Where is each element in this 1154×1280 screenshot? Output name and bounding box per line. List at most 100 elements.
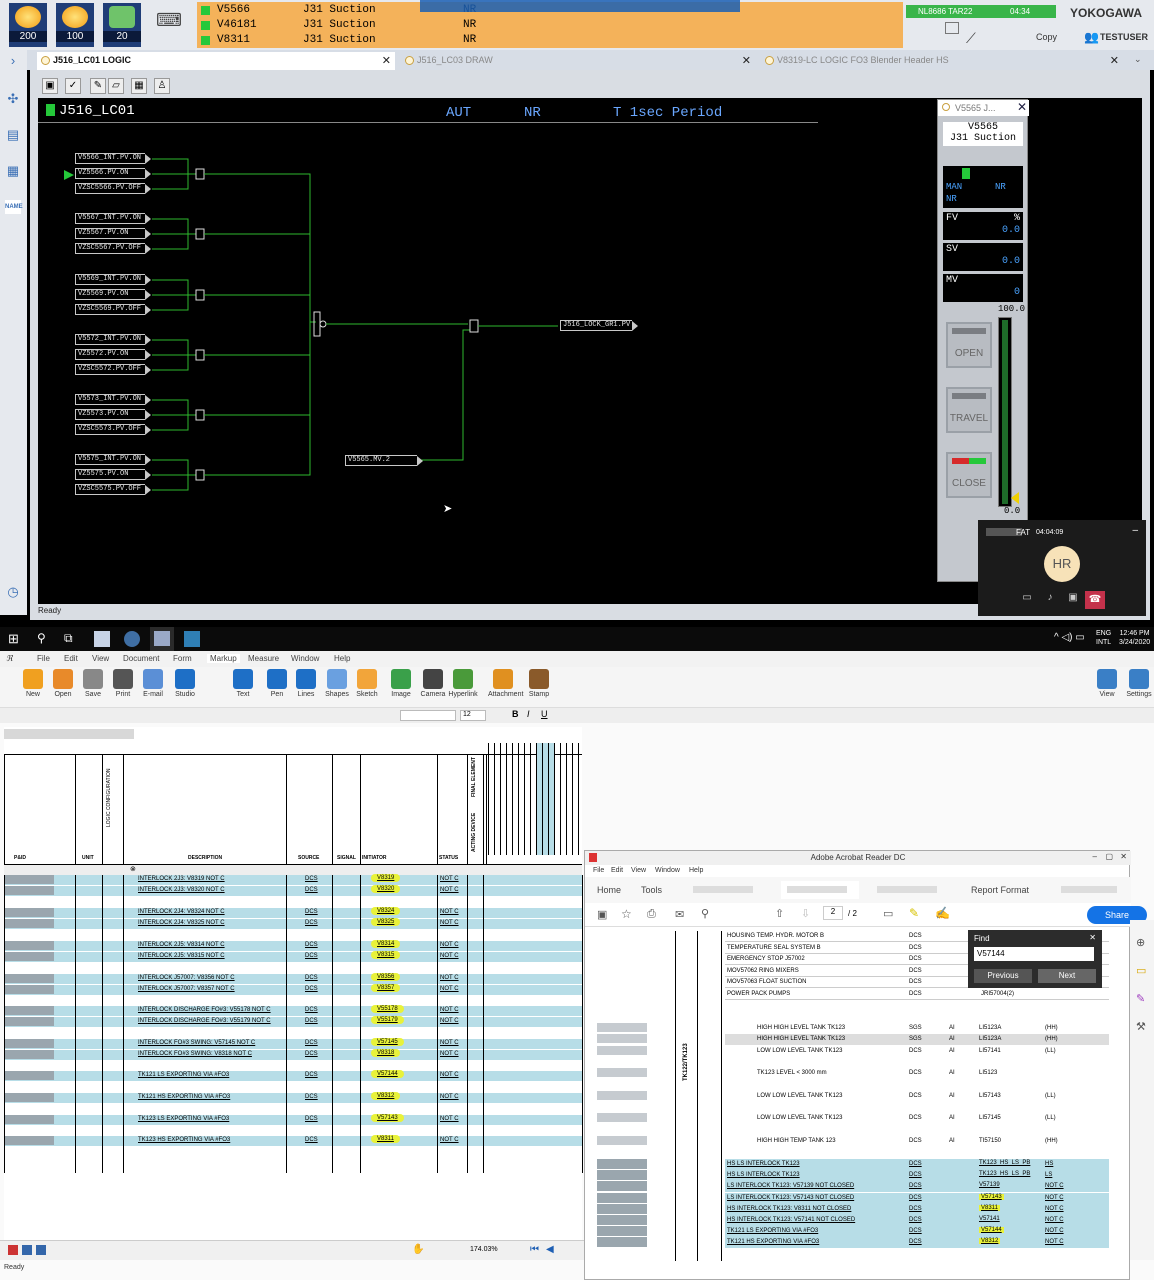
font-size-select[interactable]: 12 bbox=[460, 710, 486, 721]
tool-image[interactable]: Image bbox=[386, 669, 416, 698]
tool-settings[interactable]: Settings bbox=[1124, 669, 1154, 698]
view-icon[interactable] bbox=[36, 1245, 46, 1255]
table-row[interactable]: HS LS INTERLOCK TK123 DCS TK123_HS_LS_PB… bbox=[725, 1170, 1109, 1182]
table-row[interactable] bbox=[4, 1050, 582, 1060]
no-link-icon[interactable]: ⟋ bbox=[966, 30, 976, 47]
input-tag[interactable]: VZSC5572.PV.OFF bbox=[75, 364, 151, 375]
call-popup[interactable]: FAT 04:04:09 – HR ▭ ♪ ▣ ☎ bbox=[978, 520, 1146, 616]
close-icon[interactable]: ✕ bbox=[1089, 933, 1096, 942]
table-row[interactable]: TK123 LEVEL < 3000 mm DCS AI LI5123 bbox=[725, 1068, 1109, 1079]
table-row[interactable] bbox=[4, 974, 582, 984]
clock-icon[interactable]: ◷ bbox=[5, 585, 21, 599]
comment-icon[interactable]: ▭ bbox=[1136, 964, 1146, 977]
mv-box[interactable]: MV 0 bbox=[943, 274, 1023, 302]
tool-sketch[interactable]: Sketch bbox=[352, 669, 382, 698]
mode-box[interactable]: MAN NR NR bbox=[943, 166, 1023, 208]
window-icon[interactable] bbox=[945, 22, 959, 34]
input-tag[interactable]: V5572_INT.PV.ON bbox=[75, 334, 151, 345]
revu-document-page[interactable]: P&ID UNIT LOGIC CONFIGURATION DESCRIPTION SO… bbox=[4, 727, 583, 1257]
faceplate-icon[interactable]: ▦ bbox=[131, 78, 147, 94]
windows-start-icon[interactable]: ⊞ bbox=[8, 631, 19, 647]
underline-button[interactable]: U bbox=[541, 709, 548, 719]
menu-item-markup[interactable]: Markup bbox=[207, 654, 240, 663]
input-tag[interactable]: V5566_INT.PV.ON bbox=[75, 153, 151, 164]
name-button[interactable]: NAME bbox=[5, 200, 23, 214]
acrobat-home-tab[interactable]: Home bbox=[597, 885, 621, 895]
open-button[interactable]: OPEN bbox=[946, 322, 992, 368]
italic-button[interactable]: I bbox=[527, 709, 530, 719]
table-row[interactable]: LOW LOW LEVEL TANK TK123 DCS AI LI57143 … bbox=[725, 1091, 1109, 1102]
mic-off-icon[interactable]: ♪ bbox=[1041, 592, 1059, 608]
menu-item-window[interactable]: Window bbox=[291, 654, 319, 663]
tool-attachment[interactable]: Attachment bbox=[488, 669, 523, 698]
video-off-icon[interactable]: ▭ bbox=[1018, 592, 1036, 608]
alarm-button-high[interactable]: 200 bbox=[9, 3, 47, 47]
maximize-icon[interactable]: ▢ bbox=[1105, 852, 1113, 861]
table-row[interactable]: LS INTERLOCK TK123: V57139 NOT CLOSED DC… bbox=[725, 1181, 1109, 1193]
alarm-button-medium[interactable]: 100 bbox=[56, 3, 94, 47]
acrobat-titlebar[interactable]: Adobe Acrobat Reader DC – ▢ ✕ bbox=[585, 851, 1131, 865]
find-input[interactable]: V57144 bbox=[974, 947, 1094, 961]
redacted-tab[interactable] bbox=[877, 886, 937, 893]
table-row[interactable] bbox=[4, 952, 582, 962]
input-tag[interactable]: VZSC5566.PV.OFF bbox=[75, 183, 151, 194]
table-row[interactable]: HS LS INTERLOCK TK123 DCS TK123_HS_LS_PB… bbox=[725, 1159, 1109, 1170]
tool-pen[interactable]: Pen bbox=[262, 669, 292, 698]
table-row[interactable] bbox=[4, 1071, 582, 1081]
input-tag[interactable]: V5569_INT.PV.ON bbox=[75, 274, 151, 285]
table-row[interactable]: POWER PACK PUMPS DCS JRI57004(2) bbox=[725, 989, 1109, 1000]
edit-icon[interactable]: ✎ bbox=[90, 78, 106, 94]
table-row[interactable]: HS INTERLOCK TK123: V8311 NOT CLOSED DCS… bbox=[725, 1203, 1109, 1215]
sign-icon[interactable]: ✍ bbox=[935, 906, 950, 920]
menu-item-help[interactable]: Help bbox=[334, 654, 350, 663]
chart-icon[interactable]: ▤ bbox=[5, 128, 21, 142]
input-tag[interactable]: VZ5572.PV.ON bbox=[75, 349, 151, 360]
system-alarm-icon[interactable]: ⌨ bbox=[156, 10, 182, 40]
tool-text[interactable]: Text bbox=[228, 669, 258, 698]
table-row[interactable]: HIGH HIGH LEVEL TANK TK123 SGS AI LI5123… bbox=[725, 1023, 1109, 1034]
language-indicator[interactable]: ENG INTL bbox=[1096, 629, 1111, 647]
menu-item-document[interactable]: Document bbox=[123, 654, 159, 663]
input-tag[interactable]: VZSC5575.PV.OFF bbox=[75, 484, 151, 495]
table-row[interactable] bbox=[4, 1136, 582, 1146]
close-icon[interactable]: ✕ bbox=[1120, 852, 1127, 861]
tab-v8319-lc-logic[interactable]: V8319-LC LOGIC FO3 Blender Header HS ✕ bbox=[761, 52, 1123, 70]
clock[interactable]: 12:46 PM 3/24/2020 bbox=[1119, 629, 1150, 647]
table-row[interactable] bbox=[4, 875, 582, 885]
page-number-input[interactable]: 2 bbox=[823, 906, 843, 920]
table-row[interactable] bbox=[4, 985, 582, 995]
acrobat-menu-window[interactable]: Window bbox=[655, 867, 680, 874]
alarm-row[interactable]: V8311 J31 Suction NR bbox=[197, 33, 903, 48]
input-tag[interactable]: V5567_INT.PV.ON bbox=[75, 213, 151, 224]
close-doc-icon[interactable] bbox=[8, 1245, 18, 1255]
prev-page-icon[interactable]: ◀ bbox=[546, 1244, 554, 1255]
alarm-row[interactable]: V46181 J31 Suction NR bbox=[197, 18, 903, 33]
tool-hyperlink[interactable]: Hyperlink bbox=[448, 669, 478, 698]
network-icon[interactable]: ✣ bbox=[5, 92, 21, 106]
tools-icon[interactable]: ⚒ bbox=[1136, 1020, 1146, 1033]
table-row[interactable]: LOW LOW LEVEL TANK TK123 DCS AI LI57145 … bbox=[725, 1113, 1109, 1124]
view-icon[interactable] bbox=[22, 1245, 32, 1255]
minimize-icon[interactable]: – bbox=[1093, 852, 1097, 861]
mv-input-tag[interactable]: V5565.MV.2 bbox=[345, 455, 423, 466]
taskbar-app-icon[interactable] bbox=[184, 631, 200, 647]
fill-sign-icon[interactable]: ✎ bbox=[1136, 992, 1145, 1005]
tab-j516-lc03-draw[interactable]: J516_LC03 DRAW ✕ bbox=[401, 52, 755, 70]
table-row[interactable]: LOW LOW LEVEL TANK TK123 DCS AI LI57141 … bbox=[725, 1046, 1109, 1057]
table-row[interactable] bbox=[4, 1093, 582, 1103]
taskbar-active-app[interactable] bbox=[150, 627, 174, 651]
faceplate-window[interactable]: V5565 J... ✕ V5565 J31 Suction MAN NR NR… bbox=[937, 99, 1029, 582]
menu-item-form[interactable]: Form bbox=[173, 654, 192, 663]
active-doc-tab[interactable] bbox=[781, 881, 859, 899]
table-row[interactable]: HIGH HIGH TEMP TANK 123 DCS AI TI57150 (… bbox=[725, 1136, 1109, 1147]
table-row[interactable] bbox=[4, 941, 582, 951]
mail-icon[interactable]: ✉ bbox=[675, 908, 684, 921]
search-icon[interactable]: ⚲ bbox=[37, 631, 46, 645]
taskbar-globe-icon[interactable] bbox=[124, 631, 140, 647]
expand-icon[interactable]: › bbox=[5, 54, 21, 68]
grid-icon[interactable]: ▦ bbox=[5, 164, 21, 178]
tool-open[interactable]: Open bbox=[48, 669, 78, 698]
input-tag[interactable]: VZ5566.PV.ON bbox=[75, 168, 151, 179]
zoom-icon[interactable]: ⚲ bbox=[701, 907, 709, 920]
table-row[interactable]: HIGH HIGH LEVEL TANK TK123 SGS AI LI5123… bbox=[725, 1034, 1109, 1045]
